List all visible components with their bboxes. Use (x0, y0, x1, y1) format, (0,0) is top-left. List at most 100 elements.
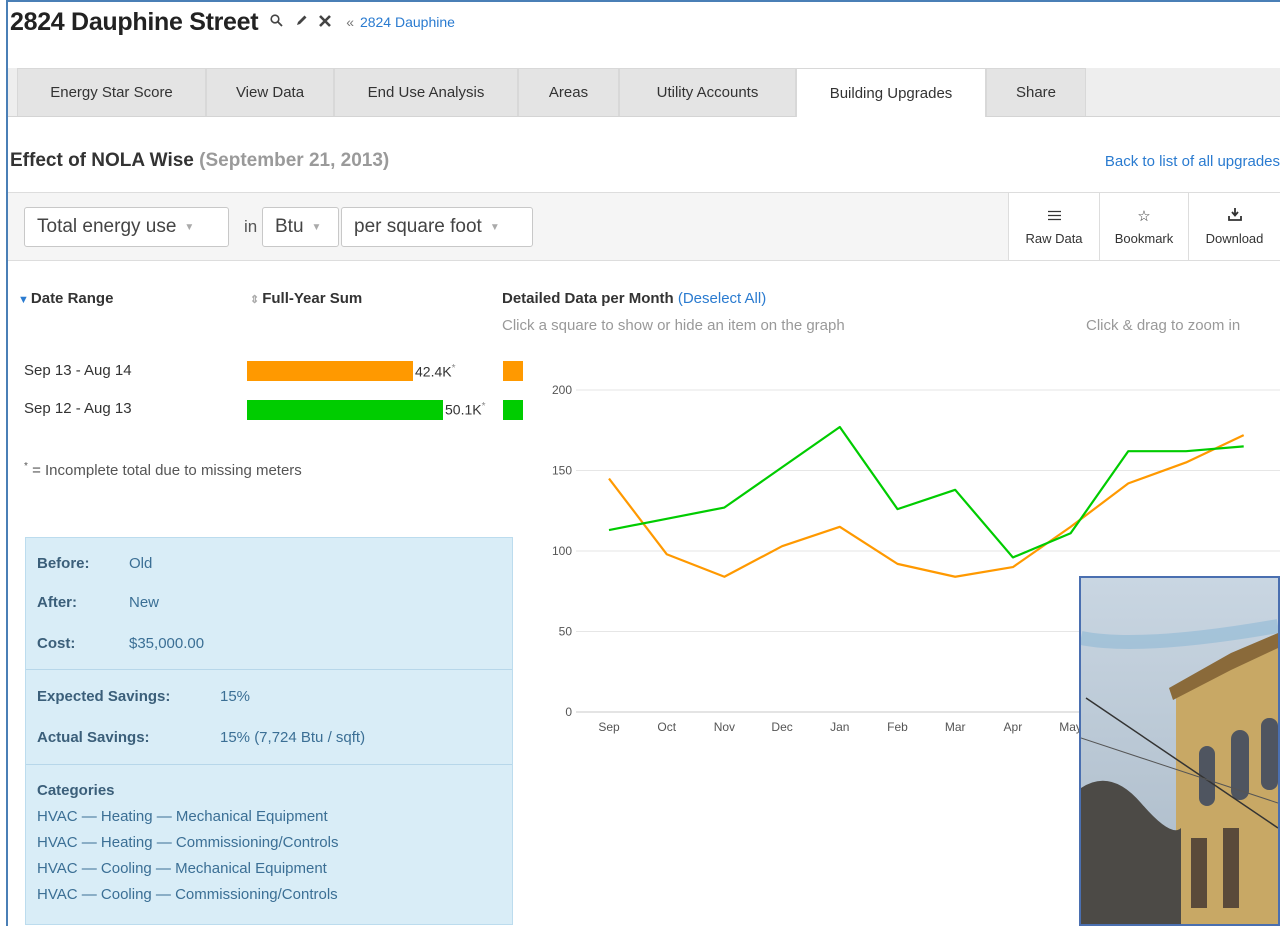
bookmark-label: Bookmark (1114, 231, 1174, 246)
date-range-row-label: Sep 12 - Aug 13 (24, 400, 132, 417)
expected-savings-value: 15% (220, 688, 251, 705)
upgrade-details-panel: Before: Old After: New Cost: $35,000.00 … (25, 537, 513, 925)
after-value: New (129, 594, 160, 611)
chevron-down-icon: ▼ (184, 221, 195, 233)
page-title: 2824 Dauphine Street (10, 7, 259, 36)
download-button[interactable]: Download (1188, 193, 1280, 260)
metric-select[interactable]: Total energy use ▼ (24, 207, 229, 247)
zoom-hint: Click & drag to zoom in (1086, 317, 1241, 334)
category-item: HVAC — Heating — Mechanical Equipment (37, 808, 328, 825)
tab-energy-star-score[interactable]: Energy Star Score (17, 68, 206, 116)
sort-icon: ⇕ (250, 294, 260, 306)
series-line (608, 425, 1244, 559)
tab-share[interactable]: Share (986, 68, 1086, 116)
download-label: Download (1205, 230, 1264, 246)
normalization-select-value: per square foot (354, 216, 482, 237)
deselect-all-link[interactable]: (Deselect All) (678, 290, 766, 307)
date-range-row-label: Sep 13 - Aug 14 (24, 362, 132, 379)
sum-value-text: 50.1K (445, 401, 482, 418)
raw-data-button[interactable]: Raw Data (1008, 193, 1099, 260)
full-year-sum-label: Full-Year Sum (262, 290, 363, 307)
x-tick-label: Jan (830, 720, 849, 734)
full-year-sum-value: 50.1K* (445, 401, 486, 418)
page-header: 2824 Dauphine Street « 2824 Dauphine (10, 4, 455, 40)
unit-select[interactable]: Btu ▼ (262, 207, 339, 247)
tab-bar: Energy Star Score View Data End Use Anal… (8, 68, 1280, 117)
back-to-upgrades-link[interactable]: Back to list of all upgrades (1105, 153, 1280, 170)
y-tick-label: 100 (552, 544, 572, 558)
y-tick-label: 50 (559, 625, 573, 639)
tab-view-data[interactable]: View Data (206, 68, 334, 116)
raw-data-label: Raw Data (1025, 230, 1083, 246)
y-tick-label: 0 (565, 705, 572, 719)
footnote-text: = Incomplete total due to missing meters (32, 462, 302, 479)
unit-select-value: Btu (275, 216, 304, 237)
search-icon[interactable] (270, 14, 283, 30)
chevron-down-icon: ▼ (489, 221, 500, 233)
expected-savings-label: Expected Savings: (37, 688, 171, 705)
upgrade-name: Effect of NOLA Wise (10, 150, 194, 171)
full-year-sum-bar (247, 361, 413, 381)
footnote: * = Incomplete total due to missing mete… (24, 461, 302, 479)
tab-areas[interactable]: Areas (518, 68, 619, 116)
tab-building-upgrades[interactable]: Building Upgrades (796, 68, 986, 117)
tab-end-use-analysis[interactable]: End Use Analysis (334, 68, 518, 116)
detailed-data-label: Detailed Data per Month (502, 290, 674, 307)
frame-left-border (6, 0, 8, 926)
divider (26, 764, 512, 765)
sort-down-icon: ▼ (18, 294, 29, 306)
date-range-header-label: Date Range (30, 290, 114, 307)
y-tick-label: 150 (552, 464, 572, 478)
full-year-sum-value: 42.4K* (415, 363, 456, 380)
series-toggle-square[interactable] (503, 400, 523, 420)
series-toggle-square[interactable] (503, 361, 523, 381)
breadcrumb-prefix: « (346, 14, 355, 30)
pencil-icon[interactable] (295, 14, 308, 30)
close-icon[interactable] (318, 12, 332, 33)
x-tick-label: Mar (945, 720, 966, 734)
detailed-data-header: Detailed Data per Month (Deselect All) (502, 290, 766, 307)
x-tick-label: Sep (598, 720, 620, 734)
actual-savings-label: Actual Savings: (37, 729, 150, 746)
graph-hint: Click a square to show or hide an item o… (502, 317, 845, 334)
actual-savings-value: 15% (7,724 Btu / sqft) (220, 729, 366, 746)
series-line (608, 434, 1245, 578)
upgrade-date: (September 21, 2013) (199, 150, 390, 171)
cost-label: Cost: (37, 635, 76, 652)
x-tick-label: Nov (714, 720, 735, 734)
building-photo (1079, 576, 1280, 926)
breadcrumb-link[interactable]: 2824 Dauphine (360, 14, 455, 30)
frame-top-border (6, 0, 1280, 2)
category-item: HVAC — Cooling — Commissioning/Controls (37, 886, 338, 903)
date-range-header[interactable]: ▼ Date Range (18, 290, 113, 307)
after-label: After: (37, 594, 77, 611)
incomplete-mark: * (451, 363, 456, 374)
category-item: HVAC — Heating — Commissioning/Controls (37, 834, 339, 851)
bookmark-button[interactable]: ☆ Bookmark (1099, 193, 1188, 260)
y-tick-label: 200 (552, 383, 572, 397)
x-tick-label: Apr (1004, 720, 1023, 734)
divider (26, 669, 512, 670)
tab-utility-accounts[interactable]: Utility Accounts (619, 68, 796, 116)
before-value: Old (129, 555, 153, 572)
category-item: HVAC — Cooling — Mechanical Equipment (37, 860, 327, 877)
normalization-select[interactable]: per square foot ▼ (341, 207, 533, 247)
sum-value-text: 42.4K (415, 363, 452, 380)
incomplete-mark: * (481, 401, 486, 412)
footnote-mark: * (24, 461, 28, 472)
x-tick-label: Feb (887, 720, 908, 734)
list-icon (1047, 208, 1061, 225)
section-title: Effect of NOLA Wise (September 21, 2013) (10, 150, 389, 172)
categories-heading: Categories (37, 782, 115, 799)
chevron-down-icon: ▼ (311, 221, 322, 233)
metric-select-value: Total energy use (37, 216, 177, 237)
full-year-sum-bar (247, 400, 443, 420)
in-label: in (244, 217, 258, 236)
before-label: Before: (37, 555, 90, 572)
cost-value: $35,000.00 (129, 635, 205, 652)
star-icon: ☆ (1137, 208, 1151, 225)
breadcrumb: « 2824 Dauphine (346, 14, 455, 30)
x-tick-label: Dec (771, 720, 792, 734)
full-year-sum-header[interactable]: ⇕ Full-Year Sum (250, 290, 362, 307)
x-tick-label: Oct (657, 720, 676, 734)
